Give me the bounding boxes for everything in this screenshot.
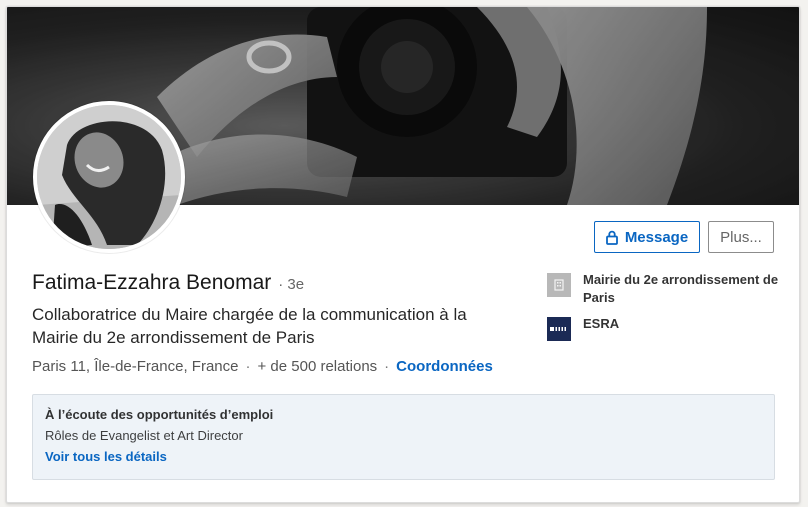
connections-count[interactable]: + de 500 relations — [257, 358, 377, 375]
message-button-label: Message — [624, 228, 689, 246]
org-item-esra[interactable]: ESRA — [547, 315, 782, 341]
message-button[interactable]: Message — [594, 221, 700, 253]
see-all-details-link[interactable]: Voir tous les détails — [45, 449, 762, 464]
org-item-mairie[interactable]: Mairie du 2e arrondissement de Paris — [547, 271, 782, 307]
connection-degree: · 3e — [278, 276, 305, 293]
profile-photo[interactable] — [33, 101, 185, 253]
profile-name: Fatima-Ezzahra Benomar — [32, 271, 272, 294]
profile-card: Message Plus... Fatima-Ezzahra Benomar ·… — [6, 6, 800, 503]
separator-dot: · — [384, 358, 390, 375]
profile-location: Paris 11, Île-de-France, France — [32, 358, 239, 375]
profile-photo-image — [37, 105, 181, 249]
more-button[interactable]: Plus... — [708, 221, 774, 253]
building-icon — [547, 273, 571, 297]
organizations-list: Mairie du 2e arrondissement de Paris ESR… — [547, 271, 782, 349]
open-to-work-title: À l’écoute des opportunités d’emploi — [45, 407, 274, 422]
location-row: Paris 11, Île-de-France, France · + de 500… — [32, 358, 493, 375]
name-row: Fatima-Ezzahra Benomar · 3e — [32, 271, 304, 295]
open-to-work-roles: Rôles de Evangelist et Art Director — [45, 428, 243, 443]
org-name: Mairie du 2e arrondissement de Paris — [583, 272, 779, 305]
open-to-work-panel: À l’écoute des opportunités d’emploi Rôl… — [32, 394, 775, 480]
org-name: ESRA — [583, 316, 620, 331]
lock-icon — [605, 230, 618, 245]
contact-info-link[interactable]: Coordonnées — [396, 358, 493, 375]
separator-dot: · — [245, 358, 251, 375]
more-button-label: Plus... — [720, 228, 762, 246]
profile-headline: Collaboratrice du Maire chargée de la co… — [32, 305, 467, 347]
esra-logo — [547, 317, 571, 341]
